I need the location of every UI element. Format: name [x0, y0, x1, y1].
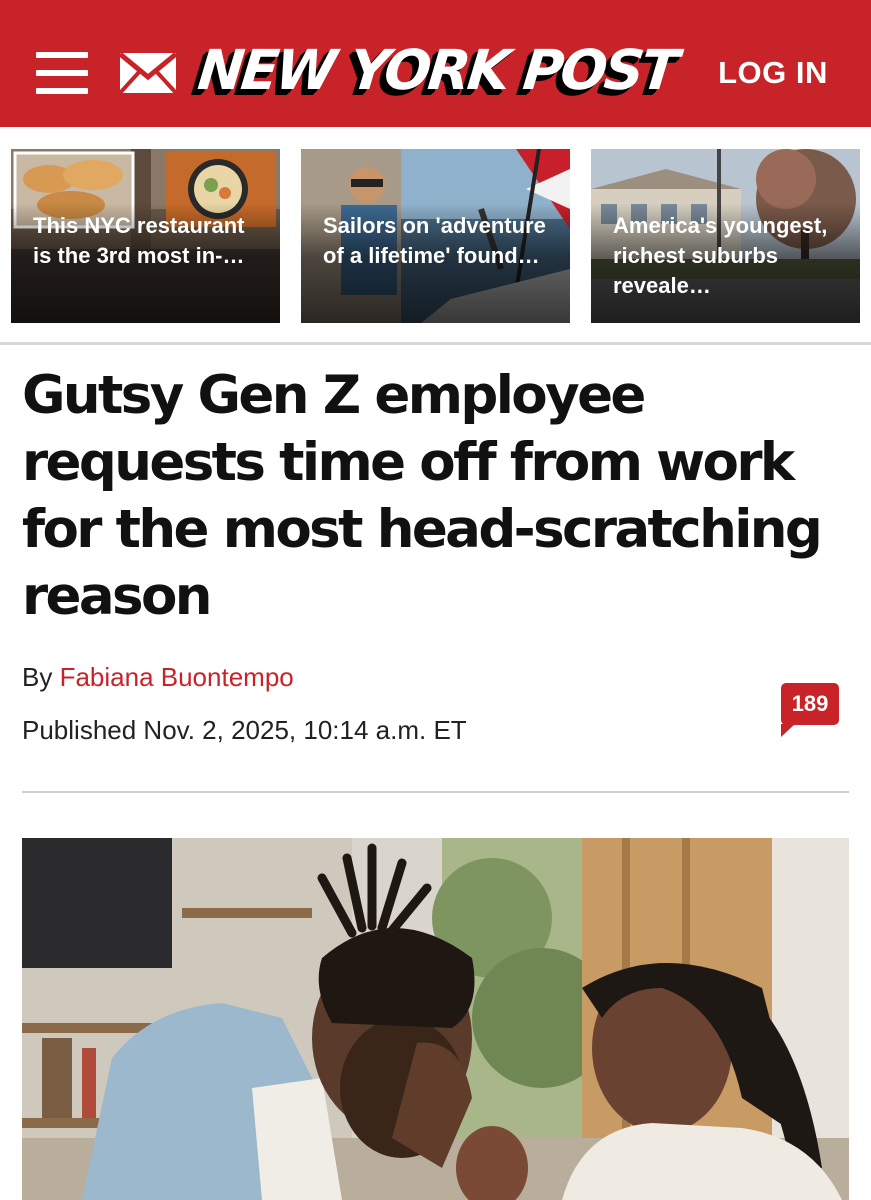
article-headline: Gutsy Gen Z employee requests time off f… — [22, 365, 823, 627]
byline: By Fabiana Buontempo — [22, 662, 294, 693]
article-hero-image — [22, 838, 849, 1200]
story-card-sailors[interactable]: Sailors on 'adventure of a lifetime' fou… — [301, 149, 570, 323]
login-button[interactable]: LOG IN — [704, 52, 842, 94]
byline-prefix: By — [22, 662, 53, 692]
comment-count: 189 — [791, 691, 829, 716]
published-date: Published Nov. 2, 2025, 10:14 a.m. ET — [22, 715, 467, 745]
story-card-restaurant[interactable]: This NYC restaurant is the 3rd most in-… — [11, 149, 280, 323]
related-stories-strip: This NYC restaurant is the 3rd most in-…… — [0, 149, 871, 325]
story-caption: Sailors on 'adventure of a lifetime' fou… — [323, 213, 546, 268]
story-card-suburbs[interactable]: America's youngest, richest suburbs reve… — [591, 149, 860, 323]
site-header: NEW YORK POST LOG IN — [0, 0, 871, 127]
hamburger-menu-icon[interactable] — [36, 52, 88, 94]
envelope-icon[interactable] — [118, 51, 178, 95]
comment-count-badge[interactable]: 189 — [781, 683, 839, 737]
author-link[interactable]: Fabiana Buontempo — [60, 662, 294, 692]
story-caption: This NYC restaurant is the 3rd most in-… — [33, 213, 245, 268]
divider — [22, 791, 849, 793]
divider — [0, 342, 871, 345]
story-caption: America's youngest, richest suburbs reve… — [613, 213, 828, 298]
site-logo[interactable]: NEW YORK POST — [195, 30, 679, 110]
